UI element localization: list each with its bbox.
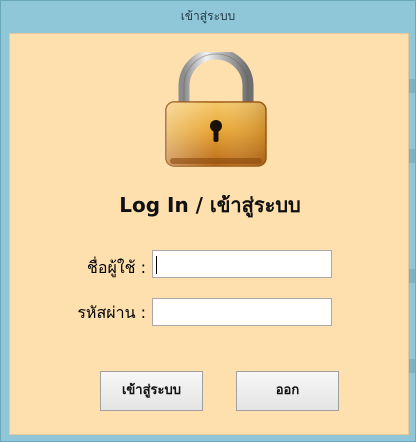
login-window: เข้าสู่ระบบ Log In / เข้าสู่ระบบ ชื่อผู้… — [0, 0, 416, 442]
page-title: Log In / เข้าสู่ระบบ — [119, 193, 301, 217]
password-field[interactable] — [152, 298, 332, 326]
window-edge — [409, 29, 415, 437]
edge-segment — [409, 269, 415, 283]
login-form: Log In / เข้าสู่ระบบ ชื่อผู้ใช้ : รหัสผ่… — [9, 33, 409, 435]
password-label: รหัสผ่าน : — [77, 303, 146, 322]
text-caret — [156, 256, 157, 274]
exit-button[interactable]: ออก — [236, 371, 339, 411]
login-button[interactable]: เข้าสู่ระบบ — [100, 371, 203, 411]
edge-segment — [409, 79, 415, 93]
username-field[interactable] — [152, 250, 332, 278]
padlock-icon — [160, 48, 272, 172]
edge-segment — [409, 149, 415, 163]
edge-segment — [409, 359, 415, 373]
window-title: เข้าสู่ระบบ — [180, 9, 236, 23]
username-label: ชื่อผู้ใช้ : — [87, 258, 146, 277]
